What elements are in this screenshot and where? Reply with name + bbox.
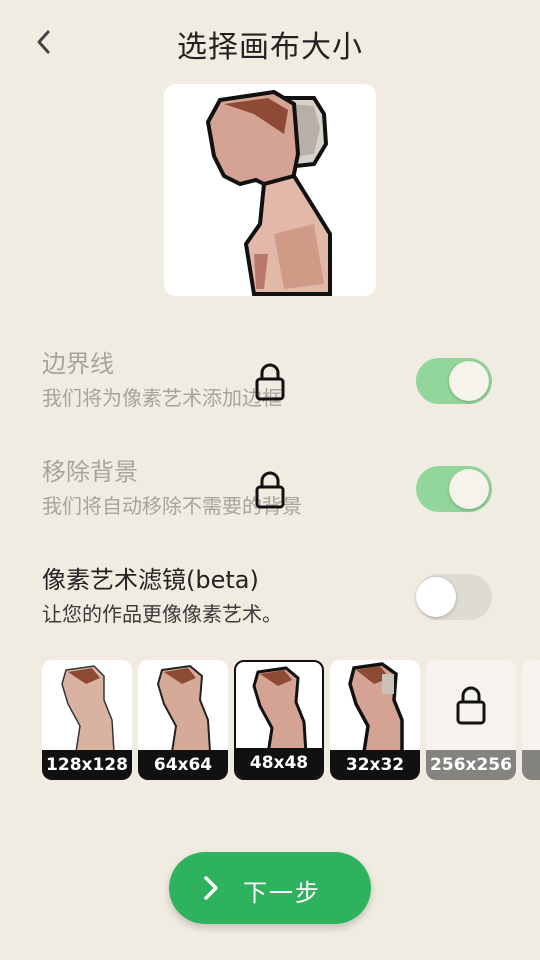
pixel-filter-toggle[interactable] [416,574,492,620]
pixel-filter-desc: 让您的作品更像像素艺术。 [42,602,282,626]
size-thumbnail [61,665,115,752]
toggle-knob [416,577,456,617]
size-option-64[interactable]: 64x64 [138,660,228,780]
size-label-partial [522,750,540,780]
border-option-label: 边界线 [42,350,114,378]
size-thumbnail [348,662,404,752]
next-button-label: 下一步 [243,879,321,907]
size-label: 48x48 [236,748,322,778]
canvas-size-list: 128x128 64x64 48x48 32x32 256x256 [42,660,540,780]
chevron-right-icon [204,876,218,900]
lock-icon [456,686,486,725]
remove-background-toggle[interactable] [416,466,492,512]
size-option-48[interactable]: 48x48 [234,660,324,780]
lock-icon [255,363,285,401]
portrait-image [205,89,332,296]
size-option-128[interactable]: 128x128 [42,660,132,780]
toggle-knob [449,361,489,401]
pixel-filter-label: 像素艺术滤镜(beta) [42,566,259,594]
border-toggle[interactable] [416,358,492,404]
pixel-filter-option: 像素艺术滤镜(beta) 让您的作品更像像素艺术。 [42,560,502,630]
size-label: 128x128 [42,750,132,780]
size-label: 32x32 [330,750,420,780]
size-option-256[interactable]: 256x256 [426,660,516,780]
remove-background-label: 移除背景 [42,458,138,486]
toggle-knob [449,469,489,509]
page-title: 选择画布大小 [177,30,363,65]
preview-image [164,84,376,296]
next-button[interactable]: 下一步 [169,852,371,924]
size-thumbnail [252,666,308,754]
size-label: 256x256 [426,750,516,780]
size-option-32[interactable]: 32x32 [330,660,420,780]
size-option-more[interactable] [522,660,540,780]
remove-background-option: 移除背景 我们将自动移除不需要的背景 [42,452,502,522]
lock-icon [255,471,285,509]
size-label: 64x64 [138,750,228,780]
size-thumbnail [156,664,212,752]
border-option-desc: 我们将为像素艺术添加边框 [42,386,282,410]
border-option: 边界线 我们将为像素艺术添加边框 [42,344,502,414]
